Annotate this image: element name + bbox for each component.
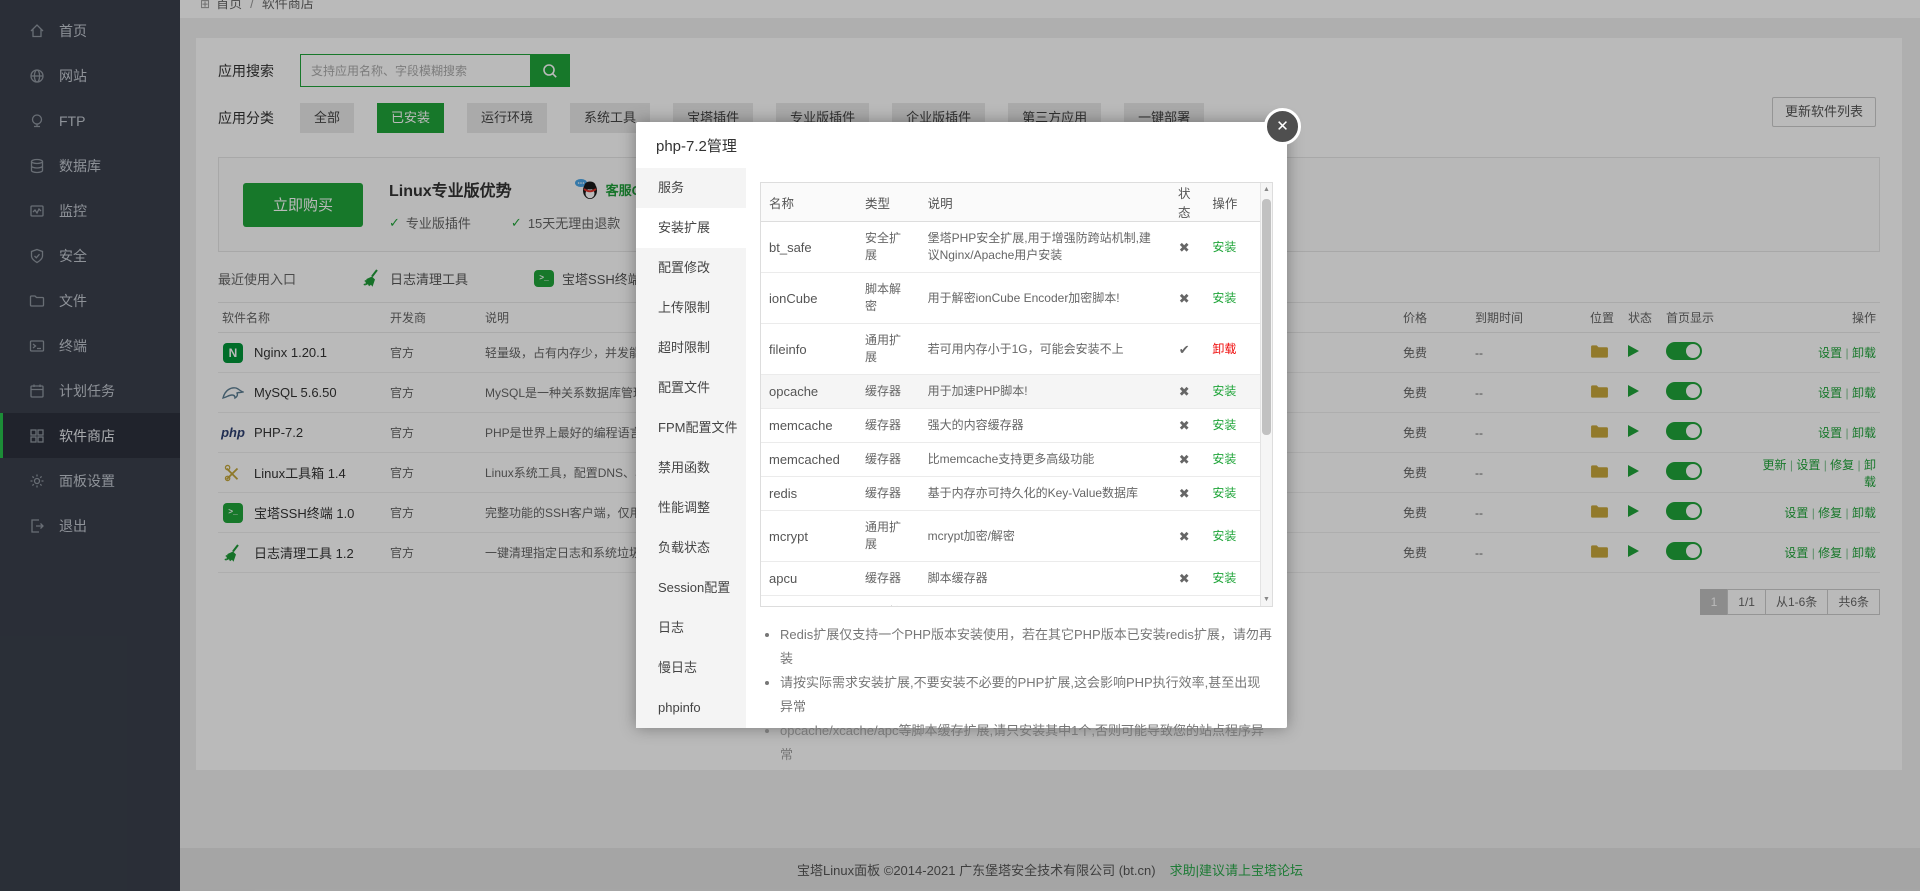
note-item: 请按实际需求安装扩展,不要安装不必要的PHP扩展,这会影响PHP执行效率,甚至出…	[780, 671, 1273, 719]
ext-status-icon: ✖	[1164, 511, 1204, 562]
ext-row: apcu缓存器脚本缓存器✖安装	[761, 562, 1260, 596]
bt-panel-app: 首页 网站 FTP 数据库 监控 安全	[0, 0, 1920, 891]
ext-row: mcrypt通用扩展mcrypt加密/解密✖安装	[761, 511, 1260, 562]
scroll-down-icon[interactable]: ▼	[1261, 596, 1272, 603]
ext-status-icon: ✖	[1164, 409, 1204, 443]
modal-menu-fpm-config[interactable]: FPM配置文件	[636, 408, 746, 448]
ext-row: bt_safe安全扩展堡塔PHP安全扩展,用于增强防跨站机制,建议Nginx/A…	[761, 222, 1260, 273]
ext-status-icon: ✖	[1164, 273, 1204, 324]
ext-status-icon: ✖	[1164, 596, 1204, 608]
note-item: opcache/xcache/apc等脚本缓存扩展,请只安装其中1个,否则可能导…	[780, 719, 1273, 767]
ext-status-icon: ✔	[1164, 324, 1204, 375]
modal-menu-timeout-limit[interactable]: 超时限制	[636, 328, 746, 368]
modal-menu-session-config[interactable]: Session配置	[636, 568, 746, 608]
ext-action-link[interactable]: 安装	[1212, 452, 1236, 466]
modal-menu-config-file[interactable]: 配置文件	[636, 368, 746, 408]
ext-row: ionCube脚本解密用于解密ionCube Encoder加密脚本!✖安装	[761, 273, 1260, 324]
modal-menu-load-status[interactable]: 负载状态	[636, 528, 746, 568]
extension-table-wrap: 名称类型说明状态操作 bt_safe安全扩展堡塔PHP安全扩展,用于增强防跨站机…	[760, 182, 1273, 607]
ext-row: fileinfo通用扩展若可用内存小于1G，可能会安装不上✔卸载	[761, 324, 1260, 375]
modal-menu-upload-limit[interactable]: 上传限制	[636, 288, 746, 328]
ext-action-link[interactable]: 安装	[1212, 486, 1236, 500]
ext-status-icon: ✖	[1164, 443, 1204, 477]
scrollbar-thumb[interactable]	[1262, 199, 1271, 435]
modal-menu-performance[interactable]: 性能调整	[636, 488, 746, 528]
ext-action-link[interactable]: 安装	[1212, 291, 1236, 305]
php-manage-modal: ✕ php-7.2管理 服务 安装扩展 配置修改 上传限制 超时限制 配置文件 …	[636, 122, 1287, 728]
ext-action-link[interactable]: 卸载	[1212, 342, 1236, 356]
ext-row: memcache缓存器强大的内容缓存器✖安装	[761, 409, 1260, 443]
ext-status-icon: ✖	[1164, 375, 1204, 409]
ext-status-icon: ✖	[1164, 477, 1204, 511]
modal-title: php-7.2管理	[636, 122, 1287, 168]
extension-notes: Redis扩展仅支持一个PHP版本安装使用，若在其它PHP版本已安装redis扩…	[780, 623, 1273, 767]
ext-action-link[interactable]: 安装	[1212, 384, 1236, 398]
modal-menu-service[interactable]: 服务	[636, 168, 746, 208]
ext-row: imagemagick通用扩展Imagick高性能图形库✖安装	[761, 596, 1260, 608]
ext-action-link[interactable]: 安装	[1212, 240, 1236, 254]
ext-status-icon: ✖	[1164, 562, 1204, 596]
ext-row: redis缓存器基于内存亦可持久化的Key-Value数据库✖安装	[761, 477, 1260, 511]
ext-status-icon: ✖	[1164, 222, 1204, 273]
scroll-up-icon[interactable]: ▲	[1261, 186, 1272, 193]
modal-menu: 服务 安装扩展 配置修改 上传限制 超时限制 配置文件 FPM配置文件 禁用函数…	[636, 168, 746, 728]
ext-row: memcached缓存器比memcache支持更多高级功能✖安装	[761, 443, 1260, 477]
note-item: Redis扩展仅支持一个PHP版本安装使用，若在其它PHP版本已安装redis扩…	[780, 623, 1273, 671]
ext-action-link[interactable]: 安装	[1212, 529, 1236, 543]
modal-menu-config-edit[interactable]: 配置修改	[636, 248, 746, 288]
close-icon[interactable]: ✕	[1264, 108, 1301, 145]
ext-action-link[interactable]: 安装	[1212, 418, 1236, 432]
extension-table: 名称类型说明状态操作 bt_safe安全扩展堡塔PHP安全扩展,用于增强防跨站机…	[761, 183, 1260, 607]
modal-menu-disabled-functions[interactable]: 禁用函数	[636, 448, 746, 488]
modal-menu-slow-log[interactable]: 慢日志	[636, 648, 746, 688]
modal-menu-phpinfo[interactable]: phpinfo	[636, 688, 746, 728]
ext-action-link[interactable]: 安装	[1212, 571, 1236, 585]
ext-header-row: 名称类型说明状态操作	[761, 183, 1260, 222]
modal-menu-log[interactable]: 日志	[636, 608, 746, 648]
modal-menu-install-ext[interactable]: 安装扩展	[636, 208, 746, 248]
ext-row: opcache缓存器用于加速PHP脚本!✖安装	[761, 375, 1260, 409]
scrollbar[interactable]: ▲ ▼	[1260, 183, 1272, 606]
